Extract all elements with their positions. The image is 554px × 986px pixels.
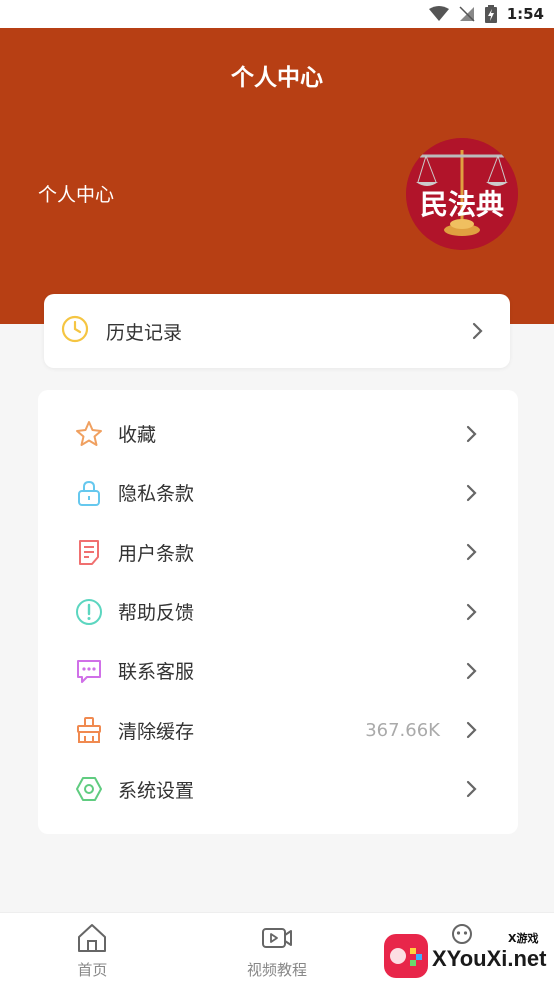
chevron-right-icon	[472, 322, 483, 340]
tab-home[interactable]: 首页	[0, 913, 185, 986]
history-record-item[interactable]: 历史记录	[44, 294, 510, 368]
page-title: 个人中心	[231, 65, 323, 91]
chevron-right-icon	[466, 662, 477, 679]
chevron-right-icon	[466, 781, 477, 798]
status-bar: 1:54	[0, 0, 554, 28]
profile-header: 个人中心 个人中心 民法典	[0, 28, 554, 324]
gamepad-logo-icon	[384, 934, 428, 978]
scale-logo-icon: 民法典	[406, 138, 518, 250]
document-icon	[74, 537, 104, 567]
history-record-label: 历史记录	[106, 321, 183, 344]
menu-item-label: 收藏	[118, 424, 157, 447]
cache-size: 367.66K	[365, 719, 440, 741]
wifi-icon	[428, 6, 449, 22]
settings-menu: 收藏 隐私条款 用户条款 帮助反馈 联系客服 清除缓存 367.66K 系统设置	[38, 390, 518, 834]
exclamation-icon	[74, 597, 104, 627]
chat-icon	[74, 656, 104, 686]
menu-item-system-settings[interactable]: 系统设置	[38, 760, 518, 819]
gear-hex-icon	[74, 774, 104, 804]
tab-video-tutorial[interactable]: 视频教程	[185, 913, 370, 986]
menu-item-user-terms[interactable]: 用户条款	[38, 523, 518, 582]
menu-item-label: 清除缓存	[118, 720, 195, 743]
menu-item-label: 联系客服	[118, 661, 195, 684]
menu-item-label: 系统设置	[118, 779, 195, 802]
video-icon	[262, 928, 292, 948]
watermark: X游戏 XYouXi.net	[378, 924, 554, 986]
no-signal-icon	[459, 6, 475, 22]
menu-item-favorites[interactable]: 收藏	[38, 404, 518, 463]
star-icon	[74, 419, 104, 449]
menu-item-label: 帮助反馈	[118, 602, 195, 625]
svg-text:民法典: 民法典	[420, 188, 504, 221]
chevron-right-icon	[466, 722, 477, 739]
chevron-right-icon	[466, 544, 477, 561]
menu-item-privacy[interactable]: 隐私条款	[38, 463, 518, 522]
watermark-small-text: X游戏	[508, 932, 539, 945]
tab-label: 首页	[77, 961, 108, 979]
menu-item-label: 用户条款	[118, 542, 195, 565]
menu-item-clear-cache[interactable]: 清除缓存 367.66K	[38, 700, 518, 759]
battery-icon	[484, 5, 497, 23]
broom-icon	[74, 715, 104, 745]
watermark-text: XYouXi.net	[432, 946, 547, 971]
chevron-right-icon	[466, 603, 477, 620]
tab-label: 视频教程	[247, 961, 308, 979]
clock-icon	[60, 314, 90, 348]
username[interactable]: 个人中心	[38, 180, 114, 207]
lock-icon	[74, 478, 104, 508]
menu-item-label: 隐私条款	[118, 483, 195, 506]
status-time: 1:54	[506, 5, 544, 23]
chevron-right-icon	[466, 425, 477, 442]
home-icon	[78, 924, 107, 952]
chevron-right-icon	[466, 484, 477, 502]
menu-item-customer-service[interactable]: 联系客服	[38, 641, 518, 700]
menu-item-help-feedback[interactable]: 帮助反馈	[38, 582, 518, 641]
avatar[interactable]: 民法典	[406, 138, 518, 250]
